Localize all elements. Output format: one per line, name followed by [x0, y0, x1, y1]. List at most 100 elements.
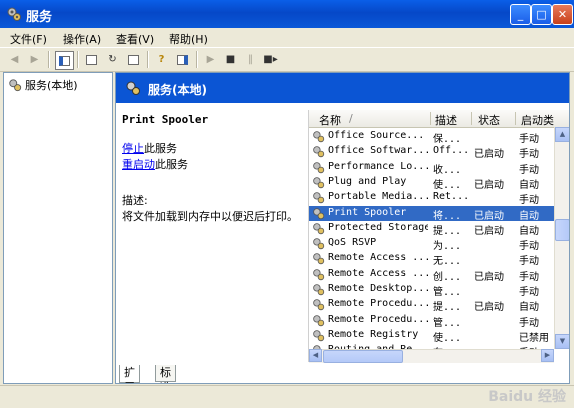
- sort-indicator: /: [349, 112, 353, 125]
- back-arrow-icon[interactable]: ◀: [6, 51, 23, 68]
- maximize-button[interactable]: □: [531, 4, 552, 25]
- stop-service-suffix: 此服务: [144, 142, 177, 155]
- description-text: 将文件加载到内存中以便迟后打印。: [122, 210, 298, 223]
- table-row[interactable]: Portable Media... Ret... 手动: [309, 190, 554, 206]
- services-gear-icon: [7, 7, 21, 21]
- row-description: 管...: [433, 317, 462, 329]
- scroll-right-icon[interactable]: ▶: [541, 349, 554, 362]
- refresh-icon[interactable]: ↻: [104, 51, 121, 68]
- table-row[interactable]: Office Source... 保... 手动: [309, 129, 554, 145]
- row-description: 提...: [433, 302, 462, 314]
- vertical-scrollbar[interactable]: ▲ ▼: [554, 127, 569, 349]
- menu-view[interactable]: 查看(V): [116, 31, 154, 47]
- table-row[interactable]: Plug and Play 使... 已启动 自动: [309, 175, 554, 191]
- row-startup-type: 手动: [519, 271, 539, 283]
- row-status: 已启动: [474, 179, 504, 191]
- help-icon[interactable]: ?: [153, 51, 170, 68]
- row-name: Print Spooler: [328, 206, 407, 218]
- service-gear-icon: [313, 161, 325, 173]
- horizontal-scroll-thumb[interactable]: [323, 350, 403, 363]
- start-service-icon[interactable]: ▶: [202, 51, 219, 68]
- menu-action[interactable]: 操作(A): [63, 31, 101, 47]
- row-name: Remote Access ...: [328, 252, 428, 264]
- properties-icon[interactable]: [83, 51, 100, 68]
- table-row[interactable]: Remote Access ... 创... 已启动 手动: [309, 267, 554, 283]
- toolbar-separator: [196, 51, 198, 68]
- services-list: 名称 / 描述 状态 启动类 Office Source... 保... 手动 Off…: [308, 110, 569, 363]
- row-startup-type: 手动: [519, 256, 539, 268]
- forward-arrow-icon[interactable]: ▶: [26, 51, 43, 68]
- pause-service-icon[interactable]: ‖: [242, 51, 259, 68]
- table-row[interactable]: Remote Procedu... 管... 手动: [309, 313, 554, 329]
- table-row[interactable]: Office Softwar... Off... 已启动 手动: [309, 144, 554, 161]
- panel-icon[interactable]: [174, 51, 191, 68]
- scroll-up-icon[interactable]: ▲: [555, 127, 569, 142]
- horizontal-scrollbar[interactable]: ◀ ▶: [309, 349, 554, 363]
- service-gear-icon: [313, 330, 325, 342]
- column-divider[interactable]: [515, 112, 516, 125]
- table-row[interactable]: Print Spooler 将... 已启动 自动: [309, 205, 554, 222]
- minimize-button[interactable]: _: [510, 4, 531, 25]
- column-divider[interactable]: [471, 112, 472, 125]
- column-header-status[interactable]: 状态: [478, 112, 500, 128]
- row-name: Performance Lo...: [328, 160, 428, 172]
- row-startup-type: 自动: [519, 210, 539, 222]
- row-description: 保...: [433, 134, 462, 145]
- column-divider[interactable]: [430, 112, 431, 125]
- column-header-startup[interactable]: 启动类: [521, 112, 554, 128]
- row-description: 将...: [433, 210, 462, 222]
- list-header: 名称 / 描述 状态 启动类: [309, 110, 569, 128]
- row-startup-type: 手动: [519, 287, 539, 298]
- tab-extended[interactable]: 扩展: [119, 365, 140, 383]
- row-description: 使...: [433, 179, 462, 191]
- status-bar: Baidu 经验: [0, 385, 574, 408]
- row-startup-type: 手动: [519, 317, 539, 329]
- row-description: 创...: [433, 271, 462, 283]
- details-pane: 服务(本地) Print Spooler 停止此服务 重启动此服务 描述: 将文…: [115, 72, 570, 384]
- table-row[interactable]: Remote Desktop... 管... 手动: [309, 282, 554, 298]
- menu-file[interactable]: 文件(F): [10, 31, 47, 47]
- export-list-icon[interactable]: [125, 51, 142, 68]
- row-startup-type: 已禁用: [519, 332, 549, 344]
- show-hide-tree-icon[interactable]: [55, 51, 74, 70]
- vertical-scroll-thumb[interactable]: [555, 219, 569, 241]
- scroll-left-icon[interactable]: ◀: [309, 349, 322, 362]
- scroll-down-icon[interactable]: ▼: [555, 334, 569, 349]
- tab-standard[interactable]: 标准: [155, 365, 176, 383]
- table-row[interactable]: QoS RSVP 为... 手动: [309, 236, 554, 252]
- tree-item-services-local[interactable]: 服务(本地): [8, 77, 78, 93]
- toolbar-separator: [77, 51, 79, 68]
- table-row[interactable]: Remote Access ... 无... 手动: [309, 251, 554, 268]
- service-gear-icon: [313, 268, 325, 280]
- column-header-name[interactable]: 名称: [319, 112, 341, 128]
- row-status: 已启动: [474, 271, 504, 283]
- table-row[interactable]: Remote Registry 使... 已禁用: [309, 328, 554, 344]
- tree-item-label: 服务(本地): [25, 79, 78, 92]
- window-title: 服务: [26, 10, 53, 25]
- restart-service-link[interactable]: 重启动: [122, 158, 155, 171]
- row-description: 使...: [433, 332, 462, 344]
- stop-service-icon[interactable]: ■: [222, 51, 239, 68]
- menu-help[interactable]: 帮助(H): [169, 31, 208, 47]
- description-label: 描述:: [122, 194, 148, 207]
- title-bar[interactable]: 服务 _ □ ✕: [0, 0, 574, 28]
- table-row[interactable]: Performance Lo... 收... 手动: [309, 160, 554, 176]
- row-status: 已启动: [474, 302, 504, 314]
- row-startup-type: 自动: [519, 302, 539, 314]
- row-startup-type: 自动: [519, 179, 539, 191]
- row-name: QoS RSVP: [328, 237, 377, 249]
- watermark: Baidu 经验: [488, 389, 566, 405]
- restart-service-icon[interactable]: ■▸: [262, 51, 279, 68]
- table-row[interactable]: Remote Procedu... 提... 已启动 自动: [309, 297, 554, 314]
- service-gear-icon: [313, 284, 325, 296]
- row-status: 已启动: [474, 149, 504, 161]
- row-name: Remote Desktop...: [328, 283, 428, 294]
- toolbar-separator: [48, 51, 50, 68]
- service-gear-icon: [313, 299, 325, 311]
- row-description: Off...: [433, 145, 470, 157]
- column-header-desc[interactable]: 描述: [435, 112, 457, 128]
- close-button[interactable]: ✕: [552, 4, 573, 25]
- stop-service-link[interactable]: 停止: [122, 142, 144, 155]
- row-description: 收...: [433, 164, 462, 176]
- table-row[interactable]: Protected Storage 提... 已启动 自动: [309, 221, 554, 237]
